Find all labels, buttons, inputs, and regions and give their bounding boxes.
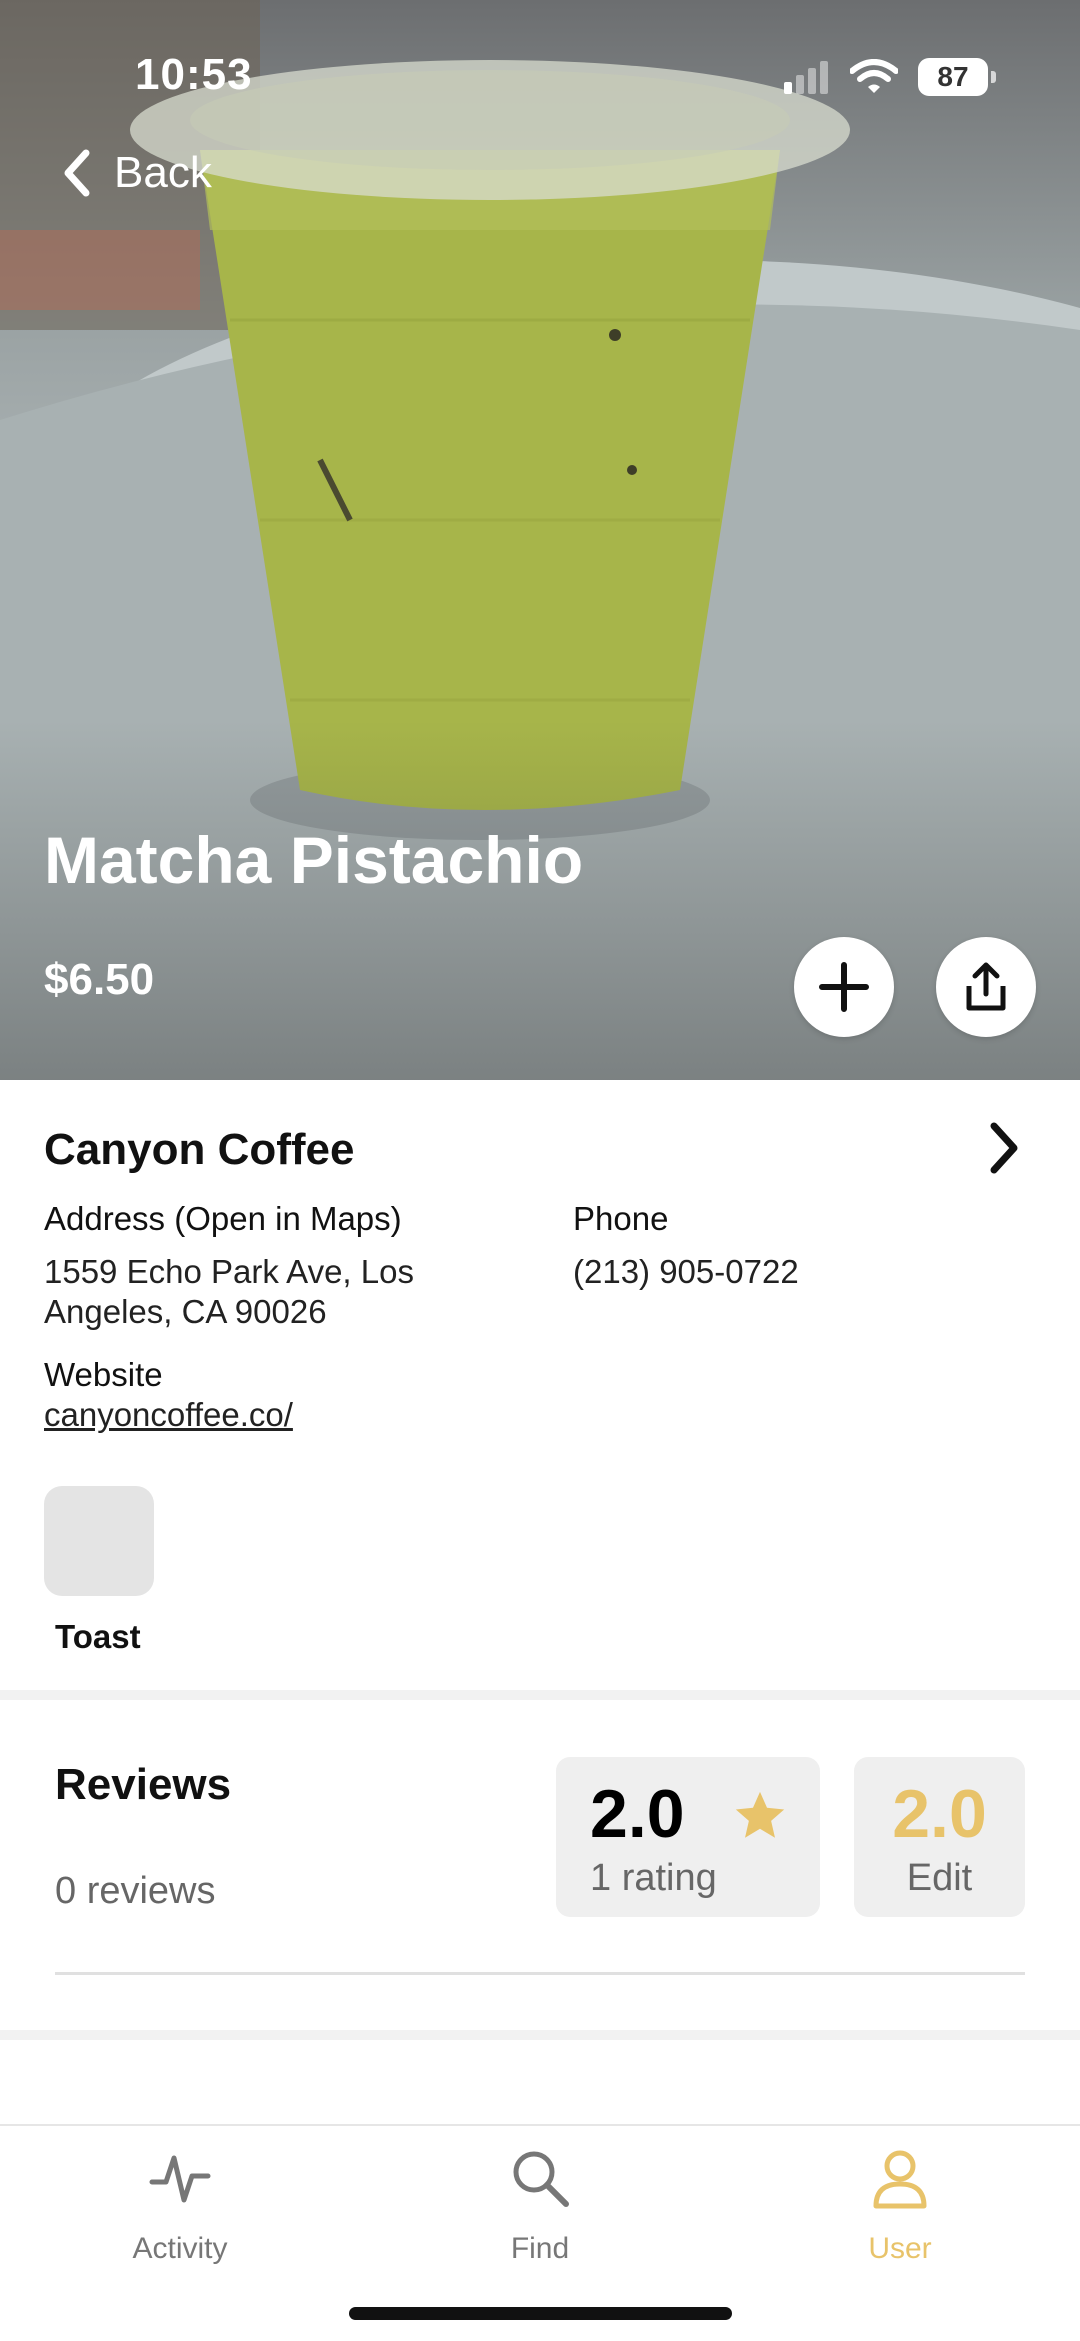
home-indicator: [349, 2307, 732, 2320]
hero-image: 10:53 87 Back Matcha Pistachio $6.50: [0, 0, 1080, 1080]
star-icon: [735, 1791, 785, 1838]
address-line-1: 1559 Echo Park Ave, Los: [44, 1253, 414, 1290]
search-icon: [513, 2151, 569, 2207]
edit-label: Edit: [906, 1857, 973, 1899]
rating-count: 1 rating: [590, 1857, 717, 1899]
add-button[interactable]: [794, 937, 894, 1037]
phone-number[interactable]: (213) 905-0722: [573, 1252, 799, 1292]
user-rating: 2.0: [892, 1776, 987, 1852]
section-divider: [0, 1690, 1080, 1700]
plus-icon: [819, 962, 869, 1012]
battery-indicator: 87: [918, 58, 996, 96]
address-line-2: Angeles, CA 90026: [44, 1293, 327, 1330]
share-button[interactable]: [936, 937, 1036, 1037]
website-label: Website: [44, 1356, 163, 1393]
item-title: Matcha Pistachio: [44, 823, 584, 897]
section-divider: [0, 2030, 1080, 2040]
reviews-divider: [55, 1972, 1025, 1975]
chevron-right-icon[interactable]: [984, 1120, 1024, 1176]
phone-label: Phone: [573, 1200, 669, 1237]
address-label[interactable]: Address (Open in Maps): [44, 1200, 402, 1238]
chevron-left-icon: [64, 149, 90, 197]
status-indicators: 87: [782, 58, 996, 96]
average-rating-card: 2.0 1 rating: [556, 1757, 820, 1917]
pos-logo-placeholder: [44, 1486, 154, 1596]
activity-icon: [149, 2155, 211, 2203]
tab-label-user: User: [868, 2232, 932, 2265]
tab-label-activity: Activity: [132, 2232, 228, 2265]
signal-icon: [784, 61, 828, 94]
back-button[interactable]: Back: [62, 148, 212, 198]
status-time: 10:53: [135, 50, 253, 99]
website-link[interactable]: canyoncoffee.co/: [44, 1395, 293, 1435]
tab-activity[interactable]: Activity: [80, 2146, 280, 2266]
edit-rating-button[interactable]: 2.0 Edit: [854, 1757, 1025, 1917]
tab-find[interactable]: Find: [440, 2146, 640, 2266]
average-rating: 2.0: [590, 1776, 685, 1852]
share-icon: [966, 962, 1006, 1011]
shop-name[interactable]: Canyon Coffee: [44, 1125, 354, 1175]
reviews-title: Reviews: [55, 1760, 232, 1809]
user-icon: [873, 2150, 927, 2209]
back-label: Back: [114, 148, 212, 197]
tab-label-find: Find: [510, 2232, 570, 2265]
wifi-icon: [850, 59, 898, 93]
tab-user[interactable]: User: [800, 2146, 1000, 2266]
item-price: $6.50: [44, 955, 155, 1004]
pos-name: Toast: [55, 1618, 141, 1655]
reviews-count: 0 reviews: [55, 1870, 216, 1912]
